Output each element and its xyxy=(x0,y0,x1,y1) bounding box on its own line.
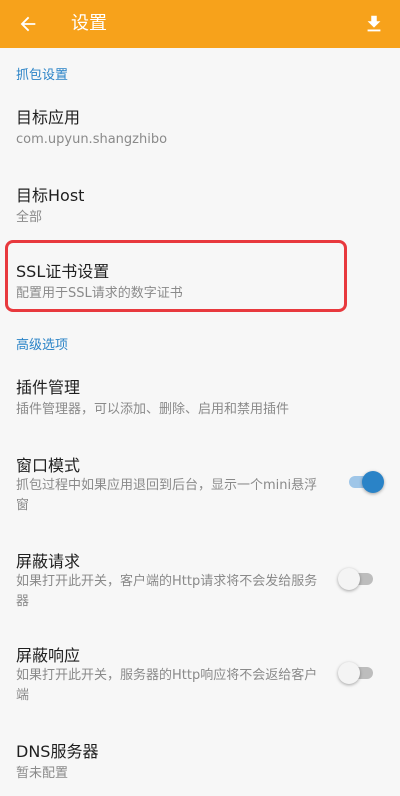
pref-window-mode[interactable]: 窗口模式 抓包过程中如果应用退回到后台，显示一个mini悬浮窗 xyxy=(0,442,400,522)
window-mode-switch[interactable] xyxy=(346,471,384,493)
pref-plugin-manager[interactable]: 插件管理 插件管理器，可以添加、删除、启用和禁用插件 xyxy=(0,364,400,434)
pref-summary: com.upyun.shangzhibo xyxy=(16,132,168,147)
pref-summary: 插件管理器，可以添加、删除、启用和禁用插件 xyxy=(16,402,290,417)
pref-summary: 暂未配置 xyxy=(16,766,69,781)
page-title: 设置 xyxy=(71,13,107,34)
arrow-left-icon xyxy=(20,16,36,32)
pref-title: 屏蔽请求 xyxy=(16,552,81,571)
pref-ssl-certificate[interactable]: SSL证书设置 配置用于SSL请求的数字证书 xyxy=(0,248,400,314)
pref-title: 屏蔽响应 xyxy=(16,646,81,665)
pref-title: 窗口模式 xyxy=(16,456,81,475)
pref-summary: 全部 xyxy=(16,210,43,225)
block-request-switch[interactable] xyxy=(338,568,376,590)
back-button[interactable] xyxy=(8,4,48,44)
pref-summary: 如果打开此开关，客户端的Http请求将不会发给服务器 xyxy=(16,574,318,609)
pref-title: 插件管理 xyxy=(16,378,81,397)
app-bar: 设置 xyxy=(0,0,400,48)
pref-title: SSL证书设置 xyxy=(16,262,110,281)
pref-title: DNS服务器 xyxy=(16,742,99,761)
category-advanced-options: 高级选项 xyxy=(16,338,69,353)
switch-thumb xyxy=(338,662,360,684)
category-capture-settings: 抓包设置 xyxy=(16,68,69,83)
pref-target-host[interactable]: 目标Host 全部 xyxy=(0,172,400,242)
block-response-switch[interactable] xyxy=(338,662,376,684)
settings-list: 抓包设置 目标应用 com.upyun.shangzhibo 目标Host 全部… xyxy=(0,48,400,796)
download-icon xyxy=(367,15,381,32)
pref-title: 目标Host xyxy=(16,186,85,205)
pref-target-app[interactable]: 目标应用 com.upyun.shangzhibo xyxy=(0,94,400,164)
switch-thumb xyxy=(362,471,384,493)
pref-block-response[interactable]: 屏蔽响应 如果打开此开关，服务器的Http响应将不会返给客户端 xyxy=(0,632,400,712)
pref-summary: 抓包过程中如果应用退回到后台，显示一个mini悬浮窗 xyxy=(16,478,318,513)
pref-summary: 如果打开此开关，服务器的Http响应将不会返给客户端 xyxy=(16,668,318,703)
switch-thumb xyxy=(338,568,360,590)
pref-summary: 配置用于SSL请求的数字证书 xyxy=(16,286,183,301)
pref-block-request[interactable]: 屏蔽请求 如果打开此开关，客户端的Http请求将不会发给服务器 xyxy=(0,538,400,618)
pref-dns-server[interactable]: DNS服务器 暂未配置 xyxy=(0,728,400,794)
pref-title: 目标应用 xyxy=(16,108,81,127)
download-button[interactable] xyxy=(354,4,394,44)
